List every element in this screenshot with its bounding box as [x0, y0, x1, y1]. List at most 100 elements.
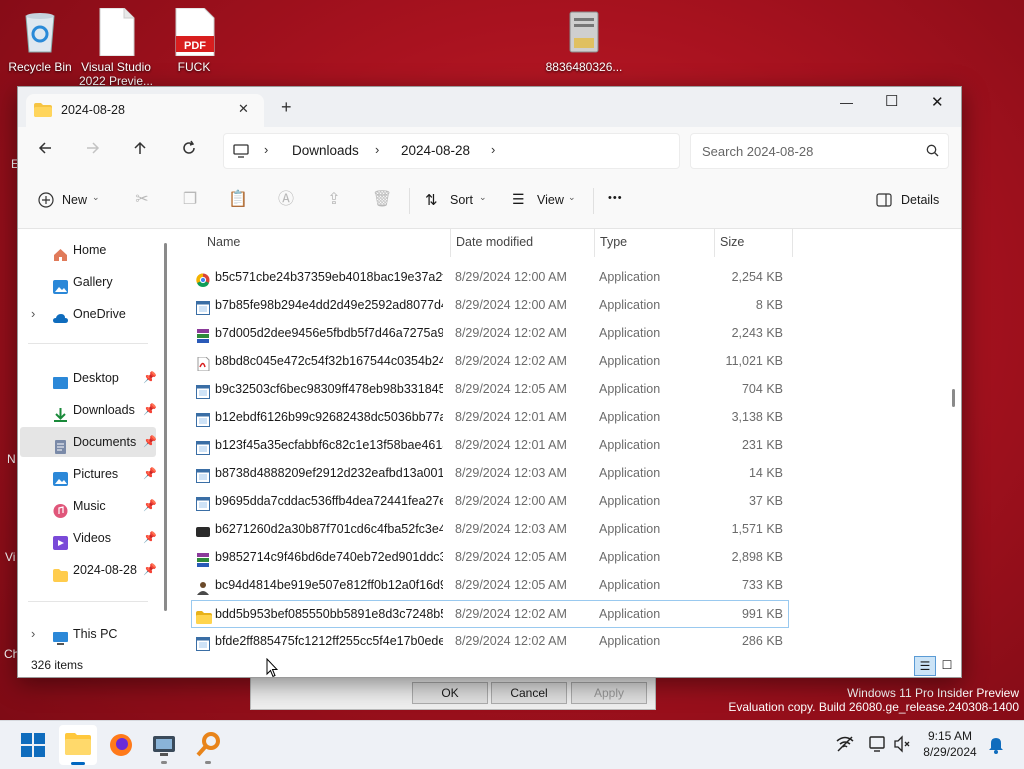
nav-label: Pictures: [73, 467, 119, 481]
nav-item-this-pc[interactable]: › This PC: [20, 619, 156, 649]
up-arrow-icon[interactable]: [132, 140, 148, 159]
nav-label: Gallery: [73, 275, 113, 289]
display-icon[interactable]: [868, 735, 888, 756]
chevron-right-icon[interactable]: ›: [31, 619, 35, 649]
file-date-modified: 8/29/2024 12:00 AM: [455, 494, 567, 508]
home-icon: [53, 243, 68, 261]
vertical-scrollbar[interactable]: [952, 389, 955, 407]
nav-item-videos[interactable]: Videos 📌: [20, 523, 157, 553]
column-header-size[interactable]: Size: [720, 235, 744, 249]
file-row[interactable]: b7d005d2dee9456e5fbdb5f7d46a7275a9c... 8/…: [192, 320, 788, 346]
file-size: 37 KB: [748, 494, 783, 508]
chevron-right-icon[interactable]: ›: [491, 142, 495, 157]
nav-item-documents[interactable]: Documents 📌: [20, 427, 157, 457]
nav-scrollbar[interactable]: [164, 243, 167, 611]
plus-circle-icon: [38, 192, 54, 211]
file-name: b9c32503cf6bec98309ff478eb98b3318459...: [215, 382, 443, 396]
refresh-icon[interactable]: [181, 140, 197, 159]
volume-muted-icon[interactable]: [893, 735, 911, 756]
file-row[interactable]: b8738d4888209ef2912d232eafbd13a0017... 8/…: [192, 460, 788, 486]
nav-label: Downloads: [73, 403, 135, 417]
firefox-icon[interactable]: [105, 729, 137, 761]
nav-item-music[interactable]: Music 📌: [20, 491, 157, 521]
minimize-button[interactable]: —: [840, 95, 853, 110]
tiles-view-toggle[interactable]: ☐: [939, 657, 955, 673]
nav-item-gallery[interactable]: Gallery: [20, 267, 156, 297]
more-options-button[interactable]: •••: [608, 192, 623, 204]
search-box[interactable]: Search 2024-08-28: [690, 133, 949, 169]
screen-capture-icon[interactable]: [148, 729, 180, 764]
column-header-date[interactable]: Date modified: [456, 235, 533, 249]
details-button[interactable]: Details: [876, 191, 946, 213]
view-button[interactable]: ☰ View ⌄: [512, 191, 582, 213]
column-separator[interactable]: [792, 229, 793, 257]
column-header-type[interactable]: Type: [600, 235, 627, 249]
file-row[interactable]: b7b85fe98b294e4dd2d49e2592ad8077d49... 8/…: [192, 292, 788, 318]
maximize-button[interactable]: ☐: [885, 92, 898, 110]
file-date-modified: 8/29/2024 12:00 AM: [455, 298, 567, 312]
nav-item-2024-08-28[interactable]: 2024-08-28 📌: [20, 555, 157, 585]
clock[interactable]: 9:15 AM 8/29/2024: [920, 728, 980, 760]
application-icon: [196, 607, 212, 624]
file-name: b7b85fe98b294e4dd2d49e2592ad8077d49...: [215, 298, 443, 312]
desktop-icon-recycle-bin[interactable]: Recycle Bin: [0, 8, 80, 74]
file-name: bc94d4814be919e507e812ff0b12a0f16d9a...: [215, 578, 443, 592]
search-input[interactable]: Search 2024-08-28: [702, 144, 813, 159]
file-row[interactable]: b123f45a35ecfabbf6c82c1e13f58bae461a... 8…: [192, 432, 788, 458]
back-arrow-icon[interactable]: [37, 140, 53, 159]
file-row[interactable]: b6271260d2a30b87f701cd6c4fba52fc3e40... 8…: [192, 516, 788, 542]
apply-button[interactable]: Apply: [571, 682, 647, 704]
notification-bell-icon[interactable]: [988, 736, 1004, 757]
file-row[interactable]: b9c32503cf6bec98309ff478eb98b3318459... 8…: [192, 376, 788, 402]
ok-button[interactable]: OK: [412, 682, 488, 704]
computer-icon: [53, 627, 68, 645]
file-explorer-taskbar-icon[interactable]: [59, 725, 97, 765]
address-bar[interactable]: › Downloads › 2024-08-28 ›: [223, 133, 680, 169]
file-row[interactable]: b9852714c9f46bd6de740eb72ed901ddc38... 8/…: [192, 544, 788, 570]
sort-button[interactable]: ⇅ Sort ⌄: [425, 191, 495, 213]
tab-2024-08-28[interactable]: 2024-08-28 ✕: [26, 94, 264, 127]
title-bar[interactable]: 2024-08-28 ✕ + — ☐ ✕: [18, 87, 961, 127]
file-size: 2,243 KB: [731, 326, 783, 340]
close-tab-icon[interactable]: ✕: [238, 101, 249, 117]
breadcrumb-downloads[interactable]: Downloads: [292, 143, 359, 158]
cancel-button[interactable]: Cancel: [491, 682, 567, 704]
column-separator[interactable]: [594, 229, 595, 257]
nav-item-pictures[interactable]: Pictures 📌: [20, 459, 157, 489]
nav-item-onedrive[interactable]: › OneDrive: [20, 299, 156, 329]
desktop-icon: [53, 371, 68, 389]
column-header-name[interactable]: Name: [207, 235, 240, 249]
file-row[interactable]: b8bd8c045e472c54f32b167544c0354b24e... 8/…: [192, 348, 788, 374]
search-magnifier-app-icon[interactable]: [192, 729, 224, 764]
desktop-icon-pdf[interactable]: PDF FUCK: [154, 7, 234, 74]
chevron-down-icon: ⌄: [568, 192, 576, 202]
nav-label: 2024-08-28: [73, 563, 137, 577]
file-row[interactable]: b9695dda7cddac536ffb4dea72441fea27ea... 8…: [192, 488, 788, 514]
chevron-right-icon[interactable]: ›: [31, 299, 35, 329]
column-separator[interactable]: [714, 229, 715, 257]
column-separator[interactable]: [450, 229, 451, 257]
file-row[interactable]: b5c571cbe24b37359eb4018bac19e37a2ffc... 8…: [192, 264, 788, 290]
breadcrumb-folder[interactable]: 2024-08-28: [401, 143, 470, 158]
running-indicator: [205, 761, 211, 764]
navigation-bar: › Downloads › 2024-08-28 › Search 2024-0…: [18, 127, 961, 174]
nav-item-desktop[interactable]: Desktop 📌: [20, 363, 157, 393]
file-type: Application: [599, 550, 661, 564]
details-view-toggle[interactable]: ☰: [914, 656, 936, 676]
application-icon: [196, 438, 210, 455]
start-button-windows-icon[interactable]: [17, 729, 49, 761]
network-offline-icon[interactable]: [835, 735, 855, 756]
chevron-down-icon: ⌄: [92, 192, 100, 202]
desktop-icon-archive[interactable]: 8836480326...: [544, 8, 624, 74]
new-tab-button[interactable]: +: [281, 97, 292, 118]
file-row[interactable]: bdd5b953bef085550bb5891e8d3c7248b5... 8/2…: [191, 600, 789, 628]
mouse-cursor-icon: [266, 657, 279, 681]
file-row[interactable]: b12ebdf6126b99c92682438dc5036bb77a0... 8/…: [192, 404, 788, 430]
close-window-button[interactable]: ✕: [931, 93, 944, 111]
nav-item-downloads[interactable]: Downloads 📌: [20, 395, 157, 425]
nav-item-home[interactable]: Home: [20, 235, 156, 265]
desktop-icon-visual-studio[interactable]: Visual Studio 2022 Previe...: [76, 7, 156, 88]
file-row[interactable]: bfde2ff885475fc1212ff255cc5f4e17b0ede...…: [192, 628, 788, 654]
navigation-pane: Home Gallery › OneDrive Desktop 📌 Downlo…: [18, 229, 174, 655]
file-row[interactable]: bc94d4814be919e507e812ff0b12a0f16d9a... 8…: [192, 572, 788, 598]
